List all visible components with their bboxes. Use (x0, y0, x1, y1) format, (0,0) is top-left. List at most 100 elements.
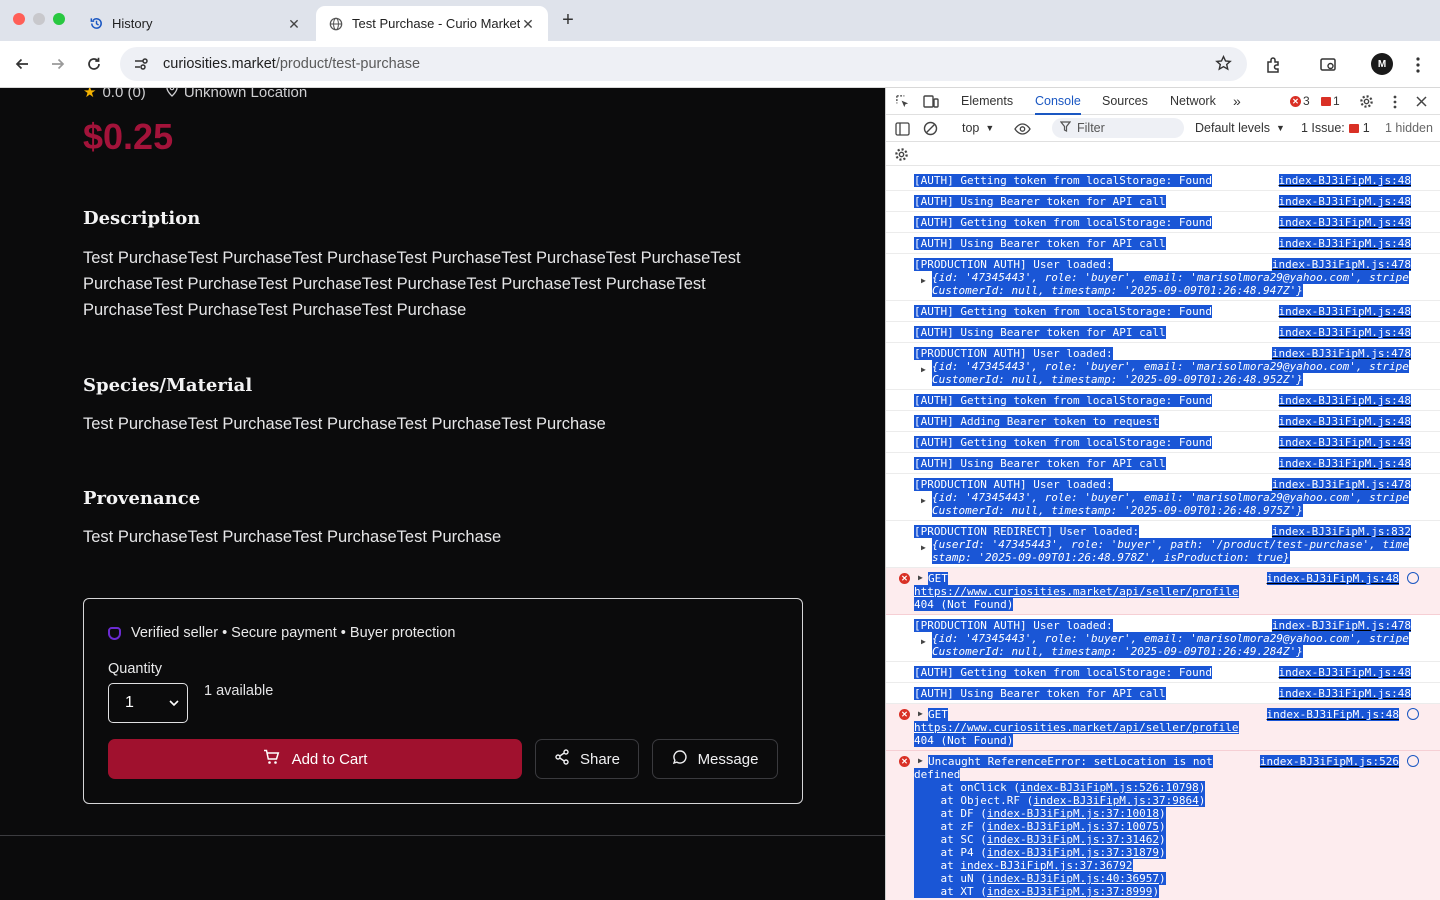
add-to-cart-button[interactable]: Add to Cart (108, 739, 522, 779)
console-log-entry[interactable]: [AUTH] Getting token from localStorage: … (886, 390, 1440, 411)
stack-frame-link[interactable]: index-BJ3iFipM.js:37:10075 (986, 820, 1160, 833)
stack-frame-link[interactable]: index-BJ3iFipM.js:37:31462 (986, 833, 1160, 846)
address-bar[interactable]: curiosities.market/product/test-purchase (120, 47, 1247, 81)
console-log-entry[interactable]: [PRODUCTION AUTH] User loaded: {id: '4734… (886, 343, 1440, 390)
clear-console-icon[interactable] (922, 120, 939, 137)
tab-console[interactable]: Console (1035, 88, 1081, 115)
tab-network[interactable]: Network (1170, 88, 1216, 115)
site-info-icon[interactable] (132, 55, 150, 73)
log-levels-dropdown[interactable]: Default levels ▼ (1195, 121, 1285, 135)
expand-triangle-icon[interactable]: ▶ (921, 365, 926, 374)
console-source-link[interactable]: index-BJ3iFipM.js:478 (1271, 478, 1411, 491)
console-log-entry[interactable]: [AUTH] Using Bearer token for API call in… (886, 322, 1440, 343)
tab-sources[interactable]: Sources (1102, 88, 1148, 115)
expand-triangle-icon[interactable]: ▶ (921, 637, 926, 646)
close-devtools-icon[interactable] (1413, 93, 1430, 110)
console-log-entry[interactable]: [AUTH] Getting token from localStorage: … (886, 301, 1440, 322)
context-selector[interactable]: top ▼ (962, 121, 994, 135)
console-error-entry[interactable]: GET https://www.curiosities.market/api/se… (886, 568, 1440, 615)
stack-frame-link[interactable]: index-BJ3iFipM.js:37:10018 (986, 807, 1160, 820)
console-source-link[interactable]: index-BJ3iFipM.js:48 (1278, 436, 1411, 449)
console-settings-gear-icon[interactable] (893, 146, 910, 163)
live-expression-eye-icon[interactable] (1014, 120, 1031, 137)
ai-insight-icon[interactable] (1407, 755, 1419, 767)
close-tab-icon[interactable]: ✕ (520, 16, 536, 32)
extensions-icon[interactable] (1263, 54, 1285, 76)
profile-avatar[interactable]: M (1371, 53, 1393, 75)
expand-triangle-icon[interactable]: ▶ (918, 709, 923, 718)
console-log-entry[interactable]: [AUTH] Getting token from localStorage: … (886, 432, 1440, 453)
console-log-entry[interactable]: [PRODUCTION REDIRECT] User loaded: {userI… (886, 521, 1440, 568)
error-count-badge[interactable]: ✕ 3 (1290, 94, 1310, 108)
console-filter-input[interactable]: Filter (1052, 118, 1184, 138)
tab-history[interactable]: History ✕ (76, 6, 314, 41)
minimize-window-button[interactable] (33, 13, 45, 25)
expand-triangle-icon[interactable]: ▶ (921, 543, 926, 552)
console-source-link[interactable]: index-BJ3iFipM.js:478 (1271, 347, 1411, 360)
console-source-link[interactable]: index-BJ3iFipM.js:48 (1278, 237, 1411, 250)
console-source-link[interactable]: index-BJ3iFipM.js:526 (1259, 755, 1399, 768)
console-source-link[interactable]: index-BJ3iFipM.js:48 (1278, 326, 1411, 339)
devtools-menu-icon[interactable] (1386, 93, 1403, 110)
message-button[interactable]: Message (652, 739, 778, 779)
reload-icon[interactable] (83, 53, 105, 75)
issues-link[interactable]: 1 Issue: 1 (1301, 121, 1370, 135)
console-source-link[interactable]: index-BJ3iFipM.js:478 (1271, 258, 1411, 271)
stack-frame-link[interactable]: index-BJ3iFipM.js:37:31879 (986, 846, 1160, 859)
console-source-link[interactable]: index-BJ3iFipM.js:478 (1271, 619, 1411, 632)
console-log-entry[interactable]: [AUTH] Getting token from localStorage: … (886, 170, 1440, 191)
console-log-entry[interactable]: [AUTH] Adding Bearer token to request ind… (886, 411, 1440, 432)
console-source-link[interactable]: index-BJ3iFipM.js:48 (1266, 572, 1399, 585)
console-log-entry[interactable]: [PRODUCTION AUTH] User loaded: {id: '4734… (886, 474, 1440, 521)
tab-elements[interactable]: Elements (961, 88, 1013, 115)
close-window-button[interactable] (13, 13, 25, 25)
settings-gear-icon[interactable] (1358, 93, 1375, 110)
bookmark-star-icon[interactable] (1215, 54, 1233, 73)
console-source-link[interactable]: index-BJ3iFipM.js:48 (1266, 708, 1399, 721)
expand-triangle-icon[interactable]: ▶ (921, 276, 926, 285)
console-log-entry[interactable]: [AUTH] Getting token from localStorage: … (886, 662, 1440, 683)
share-button[interactable]: Share (535, 739, 639, 779)
console-source-link[interactable]: index-BJ3iFipM.js:48 (1278, 666, 1411, 679)
console-source-link[interactable]: index-BJ3iFipM.js:48 (1278, 415, 1411, 428)
stack-frame-link[interactable]: index-BJ3iFipM.js:37:9864 (1033, 794, 1199, 807)
console-source-link[interactable]: index-BJ3iFipM.js:48 (1278, 195, 1411, 208)
console-log-entry[interactable]: [AUTH] Using Bearer token for API call in… (886, 191, 1440, 212)
stack-frame-link[interactable]: index-BJ3iFipM.js:526:10798 (1019, 781, 1199, 794)
forward-arrow-icon[interactable] (47, 53, 69, 75)
maximize-window-button[interactable] (53, 13, 65, 25)
expand-triangle-icon[interactable]: ▶ (921, 496, 926, 505)
console-source-link[interactable]: index-BJ3iFipM.js:48 (1278, 687, 1411, 700)
back-arrow-icon[interactable] (11, 53, 33, 75)
console-source-link[interactable]: index-BJ3iFipM.js:48 (1278, 457, 1411, 470)
console-error-entry[interactable]: Uncaught ReferenceError: setLocation is … (886, 751, 1440, 900)
console-log-entry[interactable]: [AUTH] Using Bearer token for API call in… (886, 683, 1440, 704)
more-tabs-chevron-icon[interactable]: » (1233, 88, 1241, 115)
tab-test-purchase[interactable]: Test Purchase - Curio Market ✕ (316, 6, 548, 41)
stack-frame-link[interactable]: index-BJ3iFipM.js:40:36957 (986, 872, 1160, 885)
quantity-select[interactable]: 1 (108, 683, 188, 723)
stack-frame-link[interactable]: index-BJ3iFipM.js:37:8999 (986, 885, 1153, 898)
console-source-link[interactable]: index-BJ3iFipM.js:48 (1278, 216, 1411, 229)
stack-frame-link[interactable]: index-BJ3iFipM.js:37:36792 (960, 859, 1133, 872)
expand-triangle-icon[interactable]: ▶ (918, 573, 923, 582)
close-tab-icon[interactable]: ✕ (286, 16, 302, 32)
cast-icon[interactable] (1317, 54, 1339, 76)
console-log-entry[interactable]: [AUTH] Using Bearer token for API call in… (886, 453, 1440, 474)
console-source-link[interactable]: index-BJ3iFipM.js:48 (1278, 174, 1411, 187)
console-log-entry[interactable]: [AUTH] Getting token from localStorage: … (886, 212, 1440, 233)
console-source-link[interactable]: index-BJ3iFipM.js:832 (1271, 525, 1411, 538)
console-log-entry[interactable]: [AUTH] Using Bearer token for API call in… (886, 233, 1440, 254)
network-request-icon[interactable] (1407, 572, 1419, 584)
network-request-icon[interactable] (1407, 708, 1419, 720)
expand-triangle-icon[interactable]: ▶ (918, 756, 923, 765)
console-source-link[interactable]: index-BJ3iFipM.js:48 (1278, 394, 1411, 407)
sidebar-toggle-icon[interactable] (894, 120, 911, 137)
console-log-entry[interactable]: [PRODUCTION AUTH] User loaded: {id: '4734… (886, 254, 1440, 301)
device-toolbar-icon[interactable] (922, 93, 939, 110)
console-source-link[interactable]: index-BJ3iFipM.js:48 (1278, 305, 1411, 318)
issue-count-badge[interactable]: 1 (1321, 94, 1340, 108)
new-tab-button[interactable]: + (556, 9, 580, 33)
more-menu-icon[interactable] (1407, 54, 1429, 76)
console-error-entry[interactable]: GET https://www.curiosities.market/api/se… (886, 704, 1440, 751)
